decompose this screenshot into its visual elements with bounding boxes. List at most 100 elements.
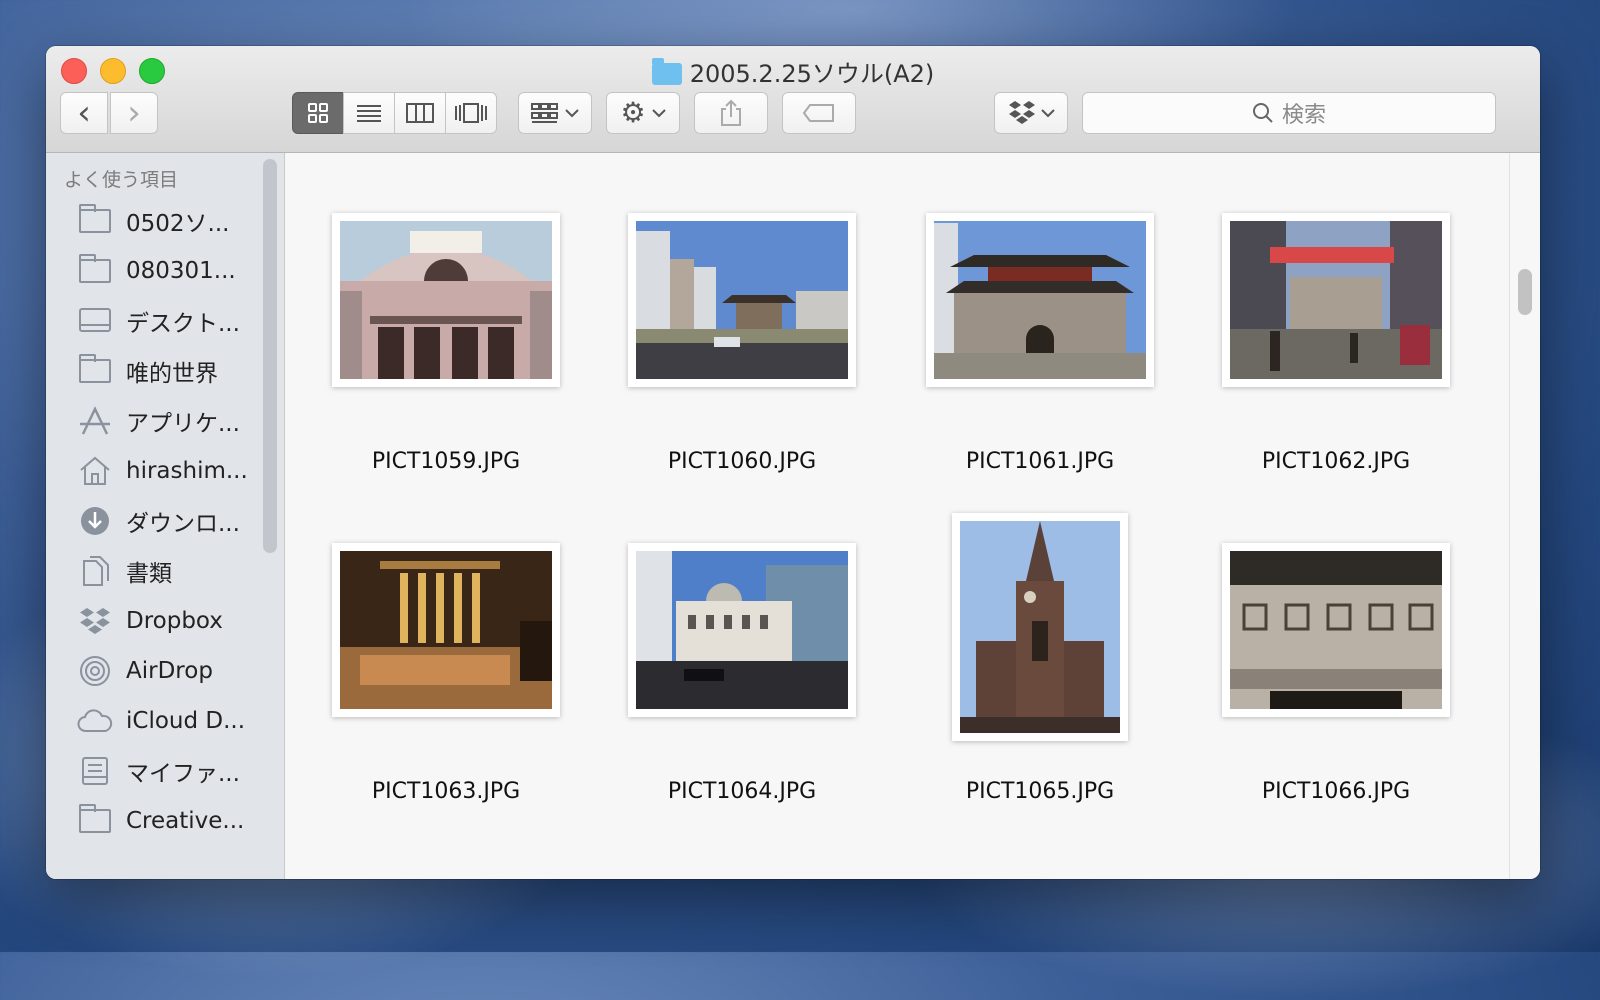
sidebar-item-yuiteki-sekai[interactable]: 唯的世界 — [76, 351, 218, 391]
forward-button[interactable]: › — [110, 92, 158, 134]
sidebar-item-icloud-drive[interactable]: iCloud D... — [76, 701, 245, 741]
sidebar-item-label: 080301... — [126, 258, 236, 284]
sidebar-item-applications[interactable]: アプリケ... — [76, 401, 240, 441]
sidebar-item-label: AirDrop — [126, 658, 213, 684]
share-icon — [721, 99, 741, 126]
seoul-station-photo — [340, 221, 552, 379]
sidebar-item-creative[interactable]: Creative... — [76, 801, 244, 841]
dropbox-icon — [1009, 101, 1035, 124]
sidebar-item-label: Creative... — [126, 808, 245, 834]
search-icon — [1252, 103, 1273, 123]
sidebar-item-label: Dropbox — [126, 608, 223, 634]
folder-icon — [79, 254, 111, 283]
sidebar-item-all-my-files[interactable]: マイファ... — [76, 751, 240, 791]
sidebar-item-0502[interactable]: 0502ソ... — [76, 201, 229, 241]
chevron-left-icon: ‹ — [77, 93, 91, 133]
search-field[interactable]: 検索 — [1082, 92, 1496, 134]
file-thumbnail[interactable] — [628, 543, 856, 717]
column-view-button[interactable] — [394, 92, 446, 134]
sidebar-item-desktop[interactable]: デスクト... — [76, 301, 240, 341]
sidebar-item-label: アプリケ... — [126, 411, 240, 437]
sidebar-item-airdrop[interactable]: AirDrop — [76, 651, 213, 691]
sidebar-item-label: マイファ... — [126, 761, 240, 787]
folder-icon — [79, 804, 111, 833]
file-name: PICT1064.JPG — [667, 779, 817, 804]
folder-icon — [79, 354, 111, 383]
view-mode-segmented-control — [292, 92, 497, 134]
file-name: PICT1062.JPG — [1261, 449, 1411, 474]
divider — [1509, 153, 1510, 879]
gear-icon: ⚙ — [620, 96, 646, 129]
domed-building-photo — [636, 551, 848, 709]
finder-window: 2005.2.25ソウル(A2) ‹ › ⚙ 検索 よく使う項目 0502ソ..… — [46, 46, 1540, 879]
sidebar-item-label: 書類 — [126, 561, 172, 587]
sidebar-item-080301[interactable]: 080301... — [76, 251, 236, 291]
folder-icon — [651, 58, 682, 85]
sidebar-item-label: hirashim... — [126, 458, 248, 484]
city-street-photo — [636, 221, 848, 379]
chevron-down-icon — [565, 109, 579, 118]
file-icon-grid: PICT1059.JPG PICT1060.JPG PICT1061.JPG P… — [286, 153, 1540, 879]
applications-icon — [80, 406, 110, 435]
sidebar-scrollbar[interactable] — [263, 159, 277, 553]
file-name: PICT1060.JPG — [667, 449, 817, 474]
cloud-icon — [77, 709, 113, 732]
back-button[interactable]: ‹ — [60, 92, 108, 134]
content-scrollbar[interactable] — [1518, 269, 1532, 315]
file-thumbnail[interactable] — [1222, 213, 1450, 387]
dropbox-icon — [80, 608, 110, 634]
titlebar: 2005.2.25ソウル(A2) ‹ › ⚙ 検索 — [46, 46, 1540, 153]
action-button[interactable]: ⚙ — [606, 92, 680, 134]
file-name: PICT1059.JPG — [371, 449, 521, 474]
icon-view-button[interactable] — [292, 92, 344, 134]
sidebar-item-label: ダウンロ... — [126, 511, 240, 537]
file-name: PICT1066.JPG — [1261, 779, 1411, 804]
share-button[interactable] — [694, 92, 768, 134]
desktop-icon — [79, 308, 111, 332]
file-name: PICT1065.JPG — [965, 779, 1115, 804]
tag-icon — [802, 104, 834, 122]
file-thumbnail[interactable] — [1222, 543, 1450, 717]
cathedral-photo — [960, 521, 1120, 733]
file-thumbnail[interactable] — [926, 213, 1154, 387]
chevron-down-icon — [651, 109, 666, 118]
sidebar-item-label: デスクト... — [126, 311, 240, 337]
search-placeholder: 検索 — [1281, 103, 1326, 128]
sidebar-item-label: 0502ソ... — [126, 211, 230, 237]
sidebar-item-downloads[interactable]: ダウンロ... — [76, 501, 240, 541]
namdaemun-gate-photo — [934, 221, 1146, 379]
window-title-text: 2005.2.25ソウル(A2) — [689, 60, 935, 88]
home-icon — [80, 456, 110, 485]
file-thumbnail[interactable] — [332, 213, 560, 387]
list-icon — [357, 105, 381, 122]
dropbox-button[interactable] — [994, 92, 1068, 134]
sidebar: よく使う項目 0502ソ... 080301... デスクト... 唯的世界 ア… — [46, 153, 285, 879]
chevron-down-icon — [1041, 109, 1055, 118]
icon-grid-icon — [308, 103, 328, 123]
documents-icon — [83, 556, 109, 586]
airdrop-icon — [80, 656, 110, 686]
sidebar-item-label: 唯的世界 — [126, 361, 218, 387]
sidebar-item-label: iCloud D... — [126, 708, 246, 734]
sidebar-item-documents[interactable]: 書類 — [76, 551, 172, 591]
file-thumbnail[interactable] — [332, 543, 560, 717]
market-street-photo — [1230, 221, 1442, 379]
chevron-right-icon: › — [127, 93, 141, 133]
arrange-button[interactable] — [518, 92, 592, 134]
list-view-button[interactable] — [343, 92, 395, 134]
columns-icon — [406, 103, 434, 123]
file-thumbnail[interactable] — [952, 513, 1128, 741]
sidebar-section-favorites: よく使う項目 — [64, 169, 179, 191]
download-icon — [81, 507, 109, 535]
arrange-icon — [531, 103, 558, 123]
tags-button[interactable] — [782, 92, 856, 134]
file-thumbnail[interactable] — [628, 213, 856, 387]
file-name: PICT1061.JPG — [965, 449, 1115, 474]
cover-flow-view-button[interactable] — [445, 92, 497, 134]
sidebar-item-dropbox[interactable]: Dropbox — [76, 601, 223, 641]
market-stall-photo — [340, 551, 552, 709]
sidebar-item-home[interactable]: hirashim... — [76, 451, 248, 491]
window-title: 2005.2.25ソウル(A2) — [46, 54, 1540, 88]
file-name: PICT1063.JPG — [371, 779, 521, 804]
facade-lettering-photo — [1230, 551, 1442, 709]
